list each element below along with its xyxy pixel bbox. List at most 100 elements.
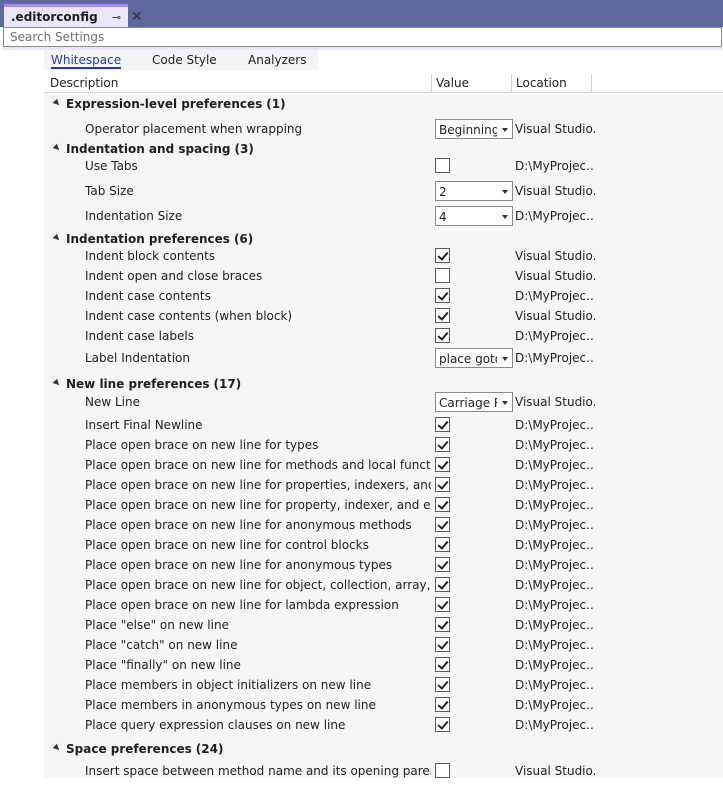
setting-checkbox[interactable]	[435, 308, 450, 323]
search-input[interactable]: Search Settings	[3, 27, 722, 47]
setting-row[interactable]: Place members in anonymous types on new …	[44, 695, 723, 715]
column-header-value[interactable]: Value	[432, 74, 512, 93]
setting-row[interactable]: Tab Size 2 Visual Studio...	[44, 181, 723, 201]
setting-row[interactable]: Place "catch" on new line D:\MyProjec...	[44, 635, 723, 655]
setting-row[interactable]: Place "else" on new line D:\MyProjec...	[44, 615, 723, 635]
setting-row[interactable]: Indent case labels D:\MyProjec...	[44, 326, 723, 346]
setting-checkbox[interactable]	[435, 657, 450, 672]
setting-location: Visual Studio...	[515, 249, 595, 263]
group-count: (17)	[213, 377, 242, 391]
setting-dropdown[interactable]: Carriage Re	[435, 392, 513, 412]
setting-row[interactable]: Place open brace on new line for propert…	[44, 495, 723, 515]
group-header[interactable]: Expression-level preferences (1)	[44, 94, 723, 114]
setting-row[interactable]: Place open brace on new line for propert…	[44, 475, 723, 495]
column-header-location[interactable]: Location	[512, 74, 592, 93]
setting-row[interactable]: Indent case contents D:\MyProjec...	[44, 286, 723, 306]
collapse-triangle-icon[interactable]	[52, 98, 62, 108]
column-header-description[interactable]: Description	[44, 74, 432, 93]
setting-checkbox[interactable]	[435, 517, 450, 532]
pin-icon[interactable]: ⊸	[112, 11, 121, 24]
setting-row[interactable]: Place "finally" on new line D:\MyProjec..…	[44, 655, 723, 675]
grid-header: Description Value Location	[44, 74, 723, 93]
group-header[interactable]: New line preferences (17)	[44, 374, 723, 394]
tab-code-style[interactable]: Code Style	[152, 53, 217, 67]
setting-checkbox[interactable]	[435, 697, 450, 712]
setting-checkbox[interactable]	[435, 417, 450, 432]
setting-checkbox[interactable]	[435, 437, 450, 452]
setting-row[interactable]: Place open brace on new line for object,…	[44, 575, 723, 595]
document-tab[interactable]: .editorconfig ⊸ ✕	[4, 4, 143, 27]
setting-checkbox[interactable]	[435, 763, 450, 778]
group-title-text: Space preferences	[66, 742, 192, 756]
dropdown-value: Carriage Re	[439, 396, 497, 410]
setting-dropdown[interactable]: place goto	[435, 348, 513, 368]
setting-checkbox[interactable]	[435, 577, 450, 592]
setting-checkbox[interactable]	[435, 328, 450, 343]
setting-row[interactable]: Indentation Size 4 D:\MyProjec...	[44, 206, 723, 226]
setting-description: Place open brace on new line for propert…	[85, 478, 431, 492]
setting-checkbox[interactable]	[435, 477, 450, 492]
setting-checkbox[interactable]	[435, 717, 450, 732]
setting-location: Visual Studio...	[515, 269, 595, 283]
setting-description: Place open brace on new line for lambda …	[85, 598, 399, 612]
tab-analyzers[interactable]: Analyzers	[248, 53, 306, 67]
setting-location: Visual Studio...	[515, 309, 595, 323]
setting-row[interactable]: Indent block contents Visual Studio...	[44, 246, 723, 266]
setting-row[interactable]: Place open brace on new line for types D:…	[44, 435, 723, 455]
group-title: Space preferences (24)	[66, 742, 223, 756]
setting-checkbox[interactable]	[435, 537, 450, 552]
setting-row[interactable]: Insert space between method name and its…	[44, 761, 723, 781]
setting-row[interactable]: Place open brace on new line for anonymo…	[44, 555, 723, 575]
setting-description: Place "catch" on new line	[85, 638, 238, 652]
setting-row[interactable]: Operator placement when wrapping Beginnin…	[44, 119, 723, 139]
setting-description: Use Tabs	[85, 159, 138, 173]
collapse-triangle-icon[interactable]	[52, 743, 62, 753]
tab-whitespace[interactable]: Whitespace	[51, 53, 122, 69]
setting-row[interactable]: Place open brace on new line for anonymo…	[44, 515, 723, 535]
chevron-down-icon[interactable]	[502, 190, 508, 194]
chevron-down-icon[interactable]	[502, 215, 508, 219]
collapse-triangle-icon[interactable]	[52, 378, 62, 388]
setting-row[interactable]: Indent case contents (when block) Visual …	[44, 306, 723, 326]
setting-description: Indent case contents (when block)	[85, 309, 293, 323]
setting-checkbox[interactable]	[435, 637, 450, 652]
group-title: New line preferences (17)	[66, 377, 241, 391]
setting-description: Place open brace on new line for object,…	[85, 578, 431, 592]
setting-location: D:\MyProjec...	[515, 518, 595, 532]
group-header[interactable]: Space preferences (24)	[44, 739, 723, 759]
group-count: (6)	[233, 232, 254, 246]
collapse-triangle-icon[interactable]	[52, 233, 62, 243]
setting-row[interactable]: Indent open and close braces Visual Studi…	[44, 266, 723, 286]
setting-checkbox[interactable]	[435, 268, 450, 283]
setting-dropdown[interactable]: 4	[435, 206, 513, 226]
setting-row[interactable]: Use Tabs D:\MyProjec...	[44, 156, 723, 176]
collapse-triangle-icon[interactable]	[52, 143, 62, 153]
setting-checkbox[interactable]	[435, 677, 450, 692]
dropdown-value: place goto	[439, 352, 497, 366]
setting-checkbox[interactable]	[435, 158, 450, 173]
setting-row[interactable]: Place query expression clauses on new li…	[44, 715, 723, 735]
setting-row[interactable]: Place members in object initializers on …	[44, 675, 723, 695]
setting-dropdown[interactable]: 2	[435, 181, 513, 201]
setting-checkbox[interactable]	[435, 288, 450, 303]
chevron-down-icon[interactable]	[502, 401, 508, 405]
setting-row[interactable]: Place open brace on new line for methods…	[44, 455, 723, 475]
chevron-down-icon[interactable]	[502, 357, 508, 361]
setting-location: D:\MyProjec...	[515, 718, 595, 732]
setting-row[interactable]: Place open brace on new line for lambda …	[44, 595, 723, 615]
setting-checkbox[interactable]	[435, 557, 450, 572]
setting-checkbox[interactable]	[435, 248, 450, 263]
setting-row[interactable]: Label Indentation place goto D:\MyProjec..…	[44, 348, 723, 368]
setting-checkbox[interactable]	[435, 597, 450, 612]
setting-dropdown[interactable]: Beginning	[435, 119, 513, 139]
setting-row[interactable]: Place open brace on new line for control…	[44, 535, 723, 555]
setting-checkbox[interactable]	[435, 457, 450, 472]
chevron-down-icon[interactable]	[502, 128, 508, 132]
setting-checkbox[interactable]	[435, 497, 450, 512]
setting-location: D:\MyProjec...	[515, 209, 595, 223]
setting-row[interactable]: Insert Final Newline D:\MyProjec...	[44, 415, 723, 435]
close-icon[interactable]: ✕	[131, 10, 143, 24]
setting-location: D:\MyProjec...	[515, 498, 595, 512]
setting-checkbox[interactable]	[435, 617, 450, 632]
setting-row[interactable]: New Line Carriage Re Visual Studio...	[44, 392, 723, 412]
